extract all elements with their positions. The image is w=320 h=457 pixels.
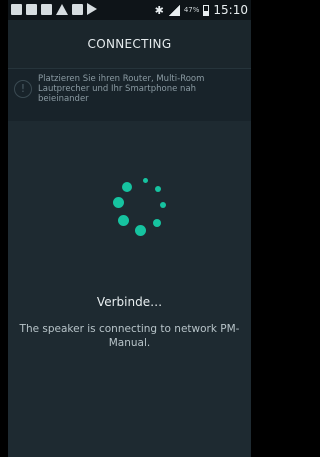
spinner-dot xyxy=(118,215,129,226)
spinner-dot xyxy=(122,182,132,192)
device-screen: ✱ 47% 15:10 CONNECTING ! Platzieren Sie … xyxy=(8,0,251,457)
connection-status-title: Verbinde… xyxy=(96,295,163,309)
spinner-dot xyxy=(155,186,161,192)
spinner-dot xyxy=(153,219,161,227)
spinner-dot xyxy=(160,202,166,208)
spinner-dot xyxy=(135,225,146,236)
loading-spinner xyxy=(8,0,251,457)
spinner-dot xyxy=(143,178,148,183)
connection-status-message: The speaker is connecting to network PM-… xyxy=(19,323,240,349)
spinner-dot xyxy=(113,197,124,208)
